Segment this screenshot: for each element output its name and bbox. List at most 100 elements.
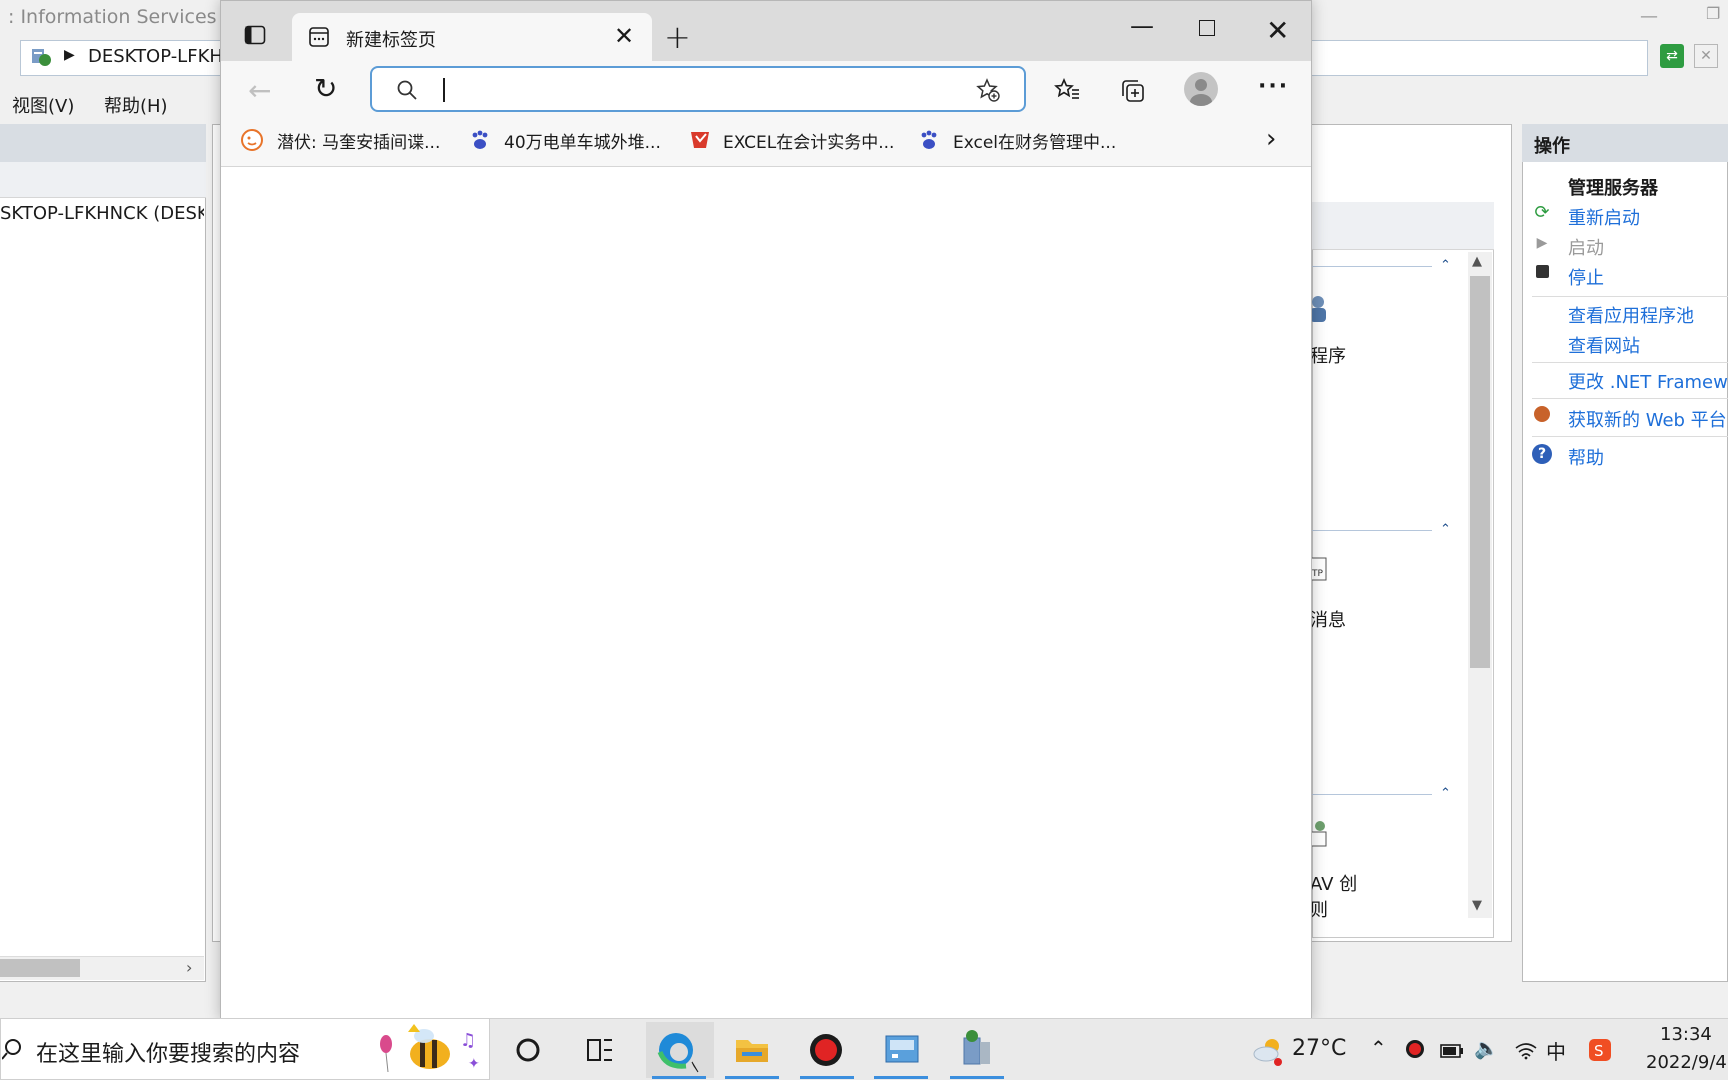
actions-pane [1522,124,1728,982]
menu-view[interactable]: 视图(V) [12,92,74,118]
web-platform-icon [1532,406,1552,426]
menu-help[interactable]: 帮助(H) [104,92,168,118]
actions-separator [1532,296,1728,297]
battery-icon[interactable] [1440,1040,1464,1064]
collapse-chevron-icon[interactable]: ⌃ [1440,258,1451,273]
features-list [1312,202,1494,938]
text-cursor [443,78,445,102]
iis-restore-button[interactable]: ❐ [1706,4,1720,23]
action-help[interactable]: 帮助 [1568,444,1604,470]
svg-text:S: S [1594,1042,1604,1060]
tab-title[interactable]: 新建标签页 [346,26,436,52]
start-icon: ▶ [1536,235,1548,251]
new-tab-page-icon [309,27,329,47]
baidu-paw-icon [921,130,937,149]
connections-header [0,124,206,162]
clock-date[interactable]: 2022/9/4 [1646,1052,1727,1073]
baidu-paw-icon [472,130,488,149]
address-input[interactable] [440,73,960,105]
screen-recorder-icon[interactable] [796,1022,856,1078]
feature-label[interactable]: 程序 [1310,342,1346,368]
stop-icon[interactable]: ✕ [1694,44,1718,68]
breadcrumb-arrow-icon: ▶ [64,47,75,63]
favorites-overflow-chevron-icon[interactable]: › [1266,124,1276,154]
volume-icon[interactable]: 🔈 [1474,1036,1499,1060]
iis-minimize-button[interactable]: — [1640,6,1658,27]
restart-icon: ⟳ [1534,202,1550,223]
action-stop[interactable]: 停止 [1568,264,1604,290]
svg-text:✦: ✦ [468,1056,480,1072]
input-method-indicator[interactable]: 中 [1546,1036,1566,1065]
collapse-chevron-icon[interactable]: ⌃ [1440,786,1451,801]
connections-toolbar [0,162,206,198]
cortana-icon[interactable] [500,1022,560,1078]
favorite-item[interactable]: Excel在财务管理中... [953,128,1116,153]
connections-pane [0,124,206,982]
sogou-input-icon[interactable]: S [1588,1038,1612,1067]
running-app-indicator [950,1076,1004,1079]
action-view-sites[interactable]: 查看网站 [1568,332,1640,358]
tree-node-server[interactable]: SKTOP-LFKHNCK (DESK [0,203,204,224]
refresh-icon[interactable]: ↻ [314,72,337,105]
actions-separator [1532,436,1728,437]
taskbar-edge-icon[interactable] [646,1022,714,1078]
window-close-icon[interactable]: ✕ [1266,14,1289,47]
search-icon [397,80,417,100]
maximize-icon[interactable] [1199,20,1215,36]
favorite-item[interactable]: 40万电单车城外堆... [504,128,661,153]
profile-avatar[interactable] [1184,72,1218,106]
more-options-icon[interactable]: ··· [1258,74,1289,99]
refresh-go-icon[interactable]: ⇄ [1660,44,1684,68]
task-view-icon[interactable] [570,1022,630,1078]
favorite-site-icon [241,129,263,151]
feature-label-line2[interactable]: 则 [1310,896,1328,922]
group-divider [1312,794,1432,795]
group-divider [1312,266,1432,267]
svg-text:♫: ♫ [460,1030,476,1051]
back-arrow-icon[interactable]: ← [248,74,271,107]
weather-cloudy-icon[interactable] [1250,1034,1286,1066]
tray-overflow-chevron-icon[interactable]: ⌃ [1370,1036,1387,1060]
features-vscroll-thumb[interactable] [1470,276,1490,668]
wifi-icon[interactable] [1514,1040,1538,1065]
collapse-chevron-icon[interactable]: ⌃ [1440,522,1451,537]
search-highlight-bee-icon: ♫✦ [380,1024,480,1073]
running-app-indicator [725,1076,779,1079]
features-header [1312,202,1494,250]
actions-separator [1532,362,1728,363]
action-restart[interactable]: 重新启动 [1568,204,1640,230]
minimize-icon[interactable]: — [1130,12,1154,40]
tab-close-icon[interactable]: ✕ [614,22,634,50]
favorite-item[interactable]: EXCEL在会计实务中... [723,128,894,153]
scroll-right-icon[interactable]: › [186,958,192,977]
collections-icon[interactable] [1120,78,1146,104]
action-view-app-pools[interactable]: 查看应用程序池 [1568,302,1694,328]
feature-label[interactable]: 消息 [1310,606,1346,632]
action-change-net-framework[interactable]: 更改 .NET Framewo [1568,368,1728,394]
control-panel-icon[interactable] [872,1022,932,1078]
iis-breadcrumb-server[interactable]: DESKTOP-LFKH [88,46,223,67]
scroll-up-icon[interactable]: ▲ [1472,254,1482,269]
scroll-down-icon[interactable]: ▼ [1472,898,1482,913]
help-icon: ? [1532,443,1552,464]
new-tab-plus-icon[interactable]: + [664,18,691,56]
server-icon [32,49,51,66]
favorite-item[interactable]: 潜伏: 马奎安插间谍... [277,128,440,153]
weather-temperature[interactable]: 27°C [1292,1036,1346,1061]
running-app-indicator [874,1076,928,1079]
iis-manager-taskbar-icon[interactable] [948,1022,1008,1078]
recording-indicator-icon[interactable] [1404,1038,1426,1065]
stop-square-icon [1532,263,1552,283]
action-start: 启动 [1568,238,1604,259]
clock-time[interactable]: 13:34 [1660,1024,1712,1045]
taskbar-search-placeholder[interactable]: 在这里输入你要搜索的内容 [36,1036,300,1068]
add-favorite-star-icon[interactable] [976,78,1000,102]
actions-separator [1532,398,1728,399]
feature-label[interactable]: AV 创 [1310,870,1357,896]
tab-actions-icon[interactable] [244,24,266,46]
file-explorer-icon[interactable] [722,1022,782,1078]
favorites-icon[interactable] [1054,78,1080,102]
action-heading-manage-server: 管理服务器 [1568,178,1658,199]
action-get-web-platform[interactable]: 获取新的 Web 平台 [1568,406,1727,432]
connections-hscroll-thumb[interactable] [0,959,80,977]
